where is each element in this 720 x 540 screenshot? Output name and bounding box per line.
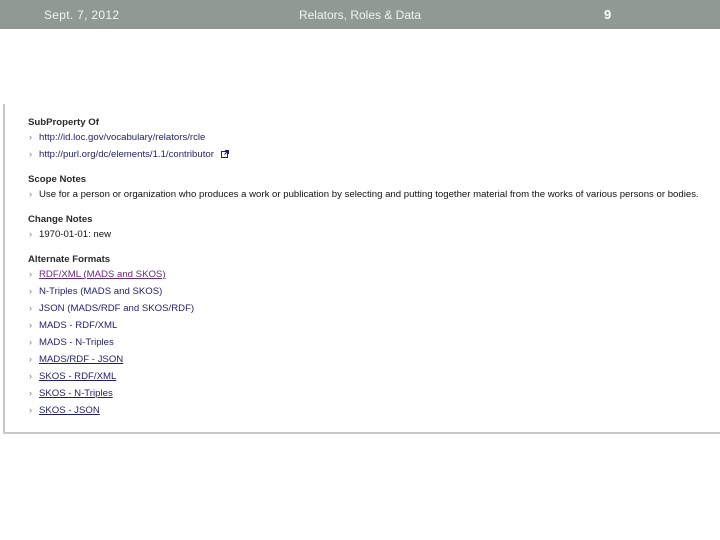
format-link-skos-n-triples[interactable]: SKOS - N-Triples [39,388,113,399]
screenshot-left-border [3,104,5,434]
section-scope-notes: Scope Notes › Use for a person or organi… [28,173,718,203]
screenshot-bottom-border [3,432,720,434]
list-item: › SKOS - N-Triples [28,385,718,402]
section-heading-scope-notes: Scope Notes [28,174,87,185]
chevron-right-icon: › [29,405,32,415]
record-details: SubProperty Of › http://id.loc.gov/vocab… [28,116,718,429]
chevron-right-icon: › [29,303,32,313]
format-link-json[interactable]: JSON (MADS/RDF and SKOS/RDF) [39,303,194,314]
chevron-right-icon: › [29,132,32,142]
chevron-right-icon: › [29,269,32,279]
chevron-right-icon: › [29,371,32,381]
format-link-skos-rdf-xml[interactable]: SKOS - RDF/XML [39,371,116,382]
chevron-right-icon: › [29,337,32,347]
list-item: › SKOS - RDF/XML [28,368,718,385]
list-item: › MADS/RDF - JSON [28,351,718,368]
format-link-rdf-xml[interactable]: RDF/XML (MADS and SKOS) [39,269,166,280]
slide: Sept. 7, 2012 Relators, Roles & Data 9 S… [0,0,720,540]
section-heading-subproperty: SubProperty Of [28,117,99,128]
list-item: › JSON (MADS/RDF and SKOS/RDF) [28,300,718,317]
list-item: › 1970-01-01: new [28,226,718,243]
chevron-right-icon: › [29,320,32,330]
page-number: 9 [604,7,612,22]
section-heading-change-notes: Change Notes [28,214,93,225]
change-note-text: 1970-01-01: new [39,229,112,240]
chevron-right-icon: › [29,149,32,159]
list-item: › MADS - N-Triples [28,334,718,351]
format-link-mads-n-triples[interactable]: MADS - N-Triples [39,337,114,348]
section-alternate-formats: Alternate Formats › RDF/XML (MADS and SK… [28,253,718,419]
format-link-skos-json[interactable]: SKOS - JSON [39,405,100,416]
embedded-screenshot: SubProperty Of › http://id.loc.gov/vocab… [0,104,720,434]
chevron-right-icon: › [29,388,32,398]
scope-note-text: Use for a person or organization who pro… [39,189,699,200]
chevron-right-icon: › [29,189,32,199]
header-title: Relators, Roles & Data [298,8,422,22]
format-link-n-triples[interactable]: N-Triples (MADS and SKOS) [39,286,162,297]
section-change-notes: Change Notes › 1970-01-01: new [28,213,718,243]
list-item: › RDF/XML (MADS and SKOS) [28,266,718,283]
chevron-right-icon: › [29,229,32,239]
subproperty-link-rcle[interactable]: http://id.loc.gov/vocabulary/relators/rc… [39,132,205,143]
chevron-right-icon: › [29,354,32,364]
list-item: › SKOS - JSON [28,402,718,419]
list-item: › Use for a person or organization who p… [28,186,718,203]
list-item: › MADS - RDF/XML [28,317,718,334]
external-link-icon[interactable] [220,147,229,158]
header-band: Sept. 7, 2012 Relators, Roles & Data 9 [0,0,720,29]
list-item: › http://id.loc.gov/vocabulary/relators/… [28,129,718,146]
format-link-mads-rdf-xml[interactable]: MADS - RDF/XML [39,320,117,331]
list-item: › http://purl.org/dc/elements/1.1/contri… [28,146,718,163]
subproperty-link-dc-contributor[interactable]: http://purl.org/dc/elements/1.1/contribu… [39,149,214,160]
format-link-mads-rdf-json[interactable]: MADS/RDF - JSON [39,354,123,365]
chevron-right-icon: › [29,286,32,296]
section-subproperty: SubProperty Of › http://id.loc.gov/vocab… [28,116,718,163]
section-heading-alternate-formats: Alternate Formats [28,254,111,265]
list-item: › N-Triples (MADS and SKOS) [28,283,718,300]
